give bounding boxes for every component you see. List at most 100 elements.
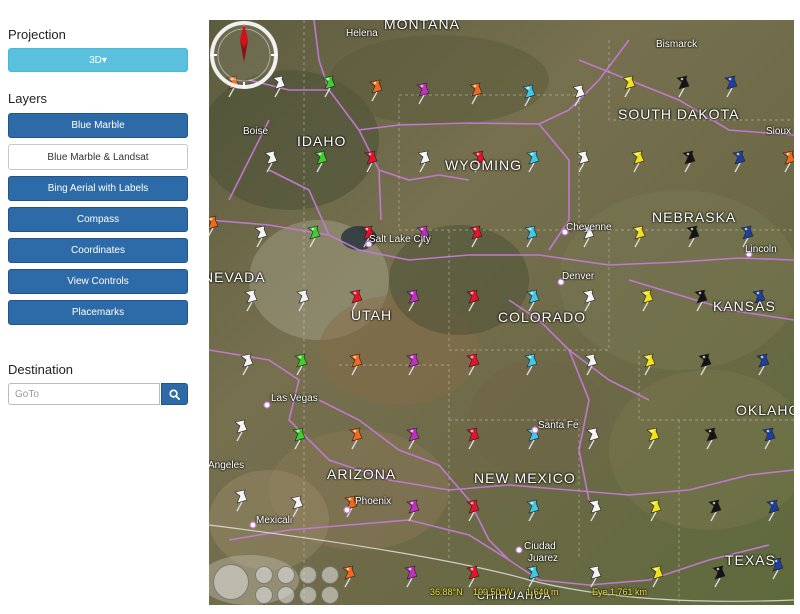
placemark-pin[interactable] bbox=[576, 150, 590, 173]
longitude-readout: 109.50°W bbox=[473, 587, 513, 597]
layer-blue-marble-landsat-button[interactable]: Blue Marble & Landsat bbox=[8, 144, 188, 170]
fov-wider-button[interactable] bbox=[321, 566, 339, 584]
rotate-right-button[interactable] bbox=[299, 586, 317, 604]
placemark-pin[interactable] bbox=[712, 565, 726, 588]
placemark-pin[interactable] bbox=[622, 75, 636, 98]
projection-dropdown-button[interactable]: 3D▾ bbox=[8, 48, 188, 72]
placemark-pin[interactable] bbox=[524, 225, 538, 248]
placemark-pin[interactable] bbox=[588, 499, 602, 522]
placemark-pin[interactable] bbox=[254, 225, 268, 248]
placemark-pin[interactable] bbox=[364, 150, 378, 173]
placemark-pin[interactable] bbox=[524, 353, 538, 376]
placemark-pin[interactable] bbox=[631, 150, 645, 173]
layer-coordinates-button[interactable]: Coordinates bbox=[8, 238, 188, 263]
placemark-pin[interactable] bbox=[264, 150, 278, 173]
placemark-pin[interactable] bbox=[466, 289, 480, 312]
placemark-pin[interactable] bbox=[469, 225, 483, 248]
placemark-pin[interactable] bbox=[646, 427, 660, 450]
placemark-pin[interactable] bbox=[582, 289, 596, 312]
layer-blue-marble-button[interactable]: Blue Marble bbox=[8, 113, 188, 138]
placemark-pin[interactable] bbox=[466, 565, 480, 588]
placemark-pin[interactable] bbox=[322, 75, 336, 98]
layer-placemarks-button[interactable]: Placemarks bbox=[8, 300, 188, 325]
map-label-south-dakota: SOUTH DAKOTA bbox=[618, 106, 740, 122]
placemark-pin[interactable] bbox=[632, 225, 646, 248]
placemark-pin[interactable] bbox=[782, 150, 794, 173]
placemark-pin[interactable] bbox=[756, 353, 770, 376]
placemark-pin[interactable] bbox=[466, 353, 480, 376]
placemark-pin[interactable] bbox=[584, 353, 598, 376]
placemark-pin[interactable] bbox=[648, 499, 662, 522]
map-label-boise: Boise bbox=[243, 126, 269, 137]
pan-control[interactable] bbox=[213, 564, 249, 600]
placemark-pin[interactable] bbox=[406, 499, 420, 522]
placemark-pin[interactable] bbox=[642, 353, 656, 376]
placemark-pin[interactable] bbox=[640, 289, 654, 312]
placemark-pin[interactable] bbox=[704, 427, 718, 450]
placemark-pin[interactable] bbox=[526, 565, 540, 588]
placemark-pin[interactable] bbox=[698, 353, 712, 376]
placemark-pin[interactable] bbox=[416, 82, 430, 105]
tilt-down-button[interactable] bbox=[277, 586, 295, 604]
tilt-up-button[interactable] bbox=[277, 566, 295, 584]
placemark-pin[interactable] bbox=[469, 82, 483, 105]
placemark-pin[interactable] bbox=[369, 79, 383, 102]
map-label-utah: UTAH bbox=[351, 307, 393, 323]
placemark-pin[interactable] bbox=[732, 150, 746, 173]
placemark-pin[interactable] bbox=[682, 150, 696, 173]
goto-input[interactable]: GoTo bbox=[8, 383, 160, 405]
placemark-pin[interactable] bbox=[406, 427, 420, 450]
placemark-pin[interactable] bbox=[572, 84, 586, 107]
zoom-in-button[interactable] bbox=[255, 566, 273, 584]
placemark-pin[interactable] bbox=[290, 495, 304, 518]
placemark-pin[interactable] bbox=[526, 499, 540, 522]
placemark-pin[interactable] bbox=[406, 289, 420, 312]
placemark-pin[interactable] bbox=[209, 215, 219, 237]
layer-compass-button[interactable]: Compass bbox=[8, 207, 188, 232]
placemark-pin[interactable] bbox=[766, 499, 780, 522]
layer-view-controls-button[interactable]: View Controls bbox=[8, 269, 188, 294]
goto-search-button[interactable] bbox=[161, 383, 188, 405]
placemark-pin[interactable] bbox=[522, 84, 536, 107]
placemark-pin[interactable] bbox=[244, 289, 258, 312]
placemark-pin[interactable] bbox=[466, 499, 480, 522]
placemark-pin[interactable] bbox=[650, 565, 664, 588]
placemark-pin[interactable] bbox=[234, 489, 248, 512]
placemark-pin[interactable] bbox=[240, 353, 254, 376]
placemark-pin[interactable] bbox=[762, 427, 776, 450]
map-label-colorado: COLORADO bbox=[498, 309, 587, 325]
placemark-pin[interactable] bbox=[342, 565, 356, 588]
map-label-salt-lake-city: Salt Lake City bbox=[369, 234, 431, 245]
map-label-los-angeles: Angeles bbox=[209, 460, 245, 471]
placemark-pin[interactable] bbox=[526, 289, 540, 312]
latitude-readout: 36.88°N bbox=[430, 587, 463, 597]
fov-narrower-button[interactable] bbox=[321, 586, 339, 604]
compass-icon[interactable] bbox=[209, 20, 279, 90]
placemark-pin[interactable] bbox=[349, 353, 363, 376]
placemark-pin[interactable] bbox=[404, 565, 418, 588]
placemark-pin[interactable] bbox=[588, 565, 602, 588]
placemark-pin[interactable] bbox=[349, 427, 363, 450]
zoom-out-button[interactable] bbox=[255, 586, 273, 604]
placemark-pin[interactable] bbox=[294, 353, 308, 376]
placemark-pin[interactable] bbox=[466, 427, 480, 450]
placemark-pin[interactable] bbox=[307, 225, 321, 248]
globe-map-canvas[interactable]: MONTANA IDAHO WYOMING SOUTH DAKOTA NEBRA… bbox=[209, 20, 794, 605]
rotate-left-button[interactable] bbox=[299, 566, 317, 584]
placemark-pin[interactable] bbox=[586, 427, 600, 450]
placemark-pin[interactable] bbox=[526, 150, 540, 173]
placemark-pin[interactable] bbox=[314, 150, 328, 173]
placemark-pin[interactable] bbox=[292, 427, 306, 450]
placemark-pin[interactable] bbox=[296, 289, 310, 312]
search-icon bbox=[169, 388, 180, 400]
placemark-pin[interactable] bbox=[406, 353, 420, 376]
placemark-pin[interactable] bbox=[708, 499, 722, 522]
placemark-pin[interactable] bbox=[234, 419, 248, 442]
placemark-pin[interactable] bbox=[694, 289, 708, 312]
city-marker bbox=[343, 506, 351, 514]
placemark-pin[interactable] bbox=[676, 75, 690, 98]
placemark-pin[interactable] bbox=[417, 150, 431, 173]
layer-bing-aerial-button[interactable]: Bing Aerial with Labels bbox=[8, 176, 188, 201]
placemark-pin[interactable] bbox=[686, 225, 700, 248]
placemark-pin[interactable] bbox=[724, 75, 738, 98]
